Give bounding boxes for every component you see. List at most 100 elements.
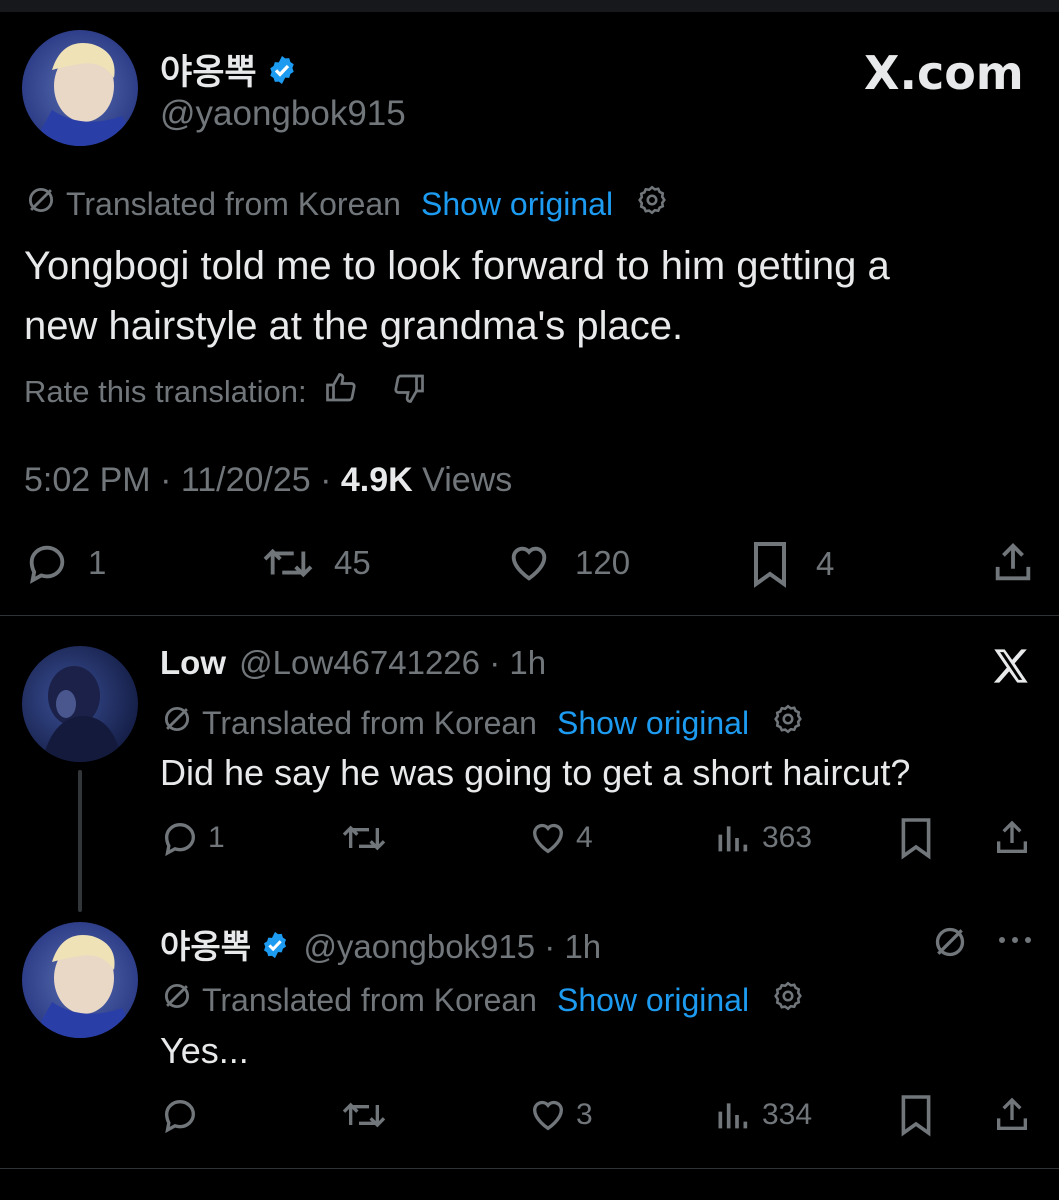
gear-icon[interactable] (635, 183, 669, 225)
reply-icon (29, 545, 65, 584)
reply-time[interactable]: 1h (509, 644, 546, 681)
reply-button[interactable] (160, 1095, 200, 1135)
avatar[interactable] (22, 30, 138, 146)
like-button[interactable]: 3 (528, 1095, 593, 1135)
retweet-button[interactable] (340, 1095, 388, 1135)
like-count: 120 (575, 544, 631, 581)
reply-header: Low @Low46741226 · 1h (160, 644, 546, 682)
views-count: 4.9K (340, 461, 413, 499)
bookmark-icon (901, 1095, 931, 1137)
like-button[interactable]: 4 (528, 818, 593, 858)
share-button[interactable] (992, 818, 1032, 858)
tweet-text: Yongbogi told me to look forward to him … (24, 236, 890, 356)
views-label: Views (422, 461, 513, 499)
bookmark-icon (754, 542, 786, 588)
top-bar (0, 0, 1059, 12)
analytics-icon (718, 826, 748, 852)
retweet-count: 45 (334, 544, 371, 581)
like-count: 4 (576, 821, 593, 854)
heart-icon (532, 1100, 564, 1131)
meta-separator: · (310, 461, 341, 499)
rate-translation-row: Rate this translation: (24, 370, 427, 414)
retweet-icon (342, 825, 386, 851)
reply-icon (164, 1099, 196, 1134)
analytics-icon (718, 1103, 748, 1129)
share-icon (997, 820, 1027, 853)
tweet-date[interactable]: 11/20/25 (181, 461, 311, 499)
meta-separator: · (480, 644, 510, 681)
divider (0, 1168, 1059, 1169)
show-original-link[interactable]: Show original (421, 186, 613, 223)
heart-icon (532, 823, 564, 854)
tweet-text-line: Yongbogi told me to look forward to him … (24, 244, 890, 288)
bookmark-button[interactable] (898, 1093, 934, 1137)
reply-button[interactable]: 1 (160, 818, 225, 858)
more-options-icon[interactable] (996, 928, 1034, 957)
share-icon (997, 1097, 1027, 1130)
reply-text: Did he say he was going to get a short h… (160, 752, 911, 793)
tweet-time[interactable]: 5:02 PM (24, 461, 151, 499)
like-count: 3 (576, 1098, 593, 1131)
retweet-button[interactable] (340, 818, 388, 858)
translation-row: Translated from Korean Show original (24, 183, 669, 225)
x-logo-icon (990, 646, 1032, 691)
bookmark-button[interactable] (898, 816, 934, 860)
gear-icon[interactable] (771, 702, 805, 744)
like-button[interactable]: 120 (505, 540, 630, 586)
translate-icon (24, 183, 58, 225)
reply-header: 야옹뽁 @yaongbok915 · 1h (160, 920, 601, 968)
reply-count: 1 (88, 544, 107, 581)
heart-icon (511, 546, 547, 581)
thumbs-up-icon[interactable] (323, 370, 359, 414)
reply-time[interactable]: 1h (564, 928, 601, 965)
display-name[interactable]: Low (160, 644, 226, 681)
views-button[interactable]: 334 (714, 1095, 812, 1135)
reply-icon (164, 822, 196, 857)
translate-icon[interactable] (930, 922, 970, 967)
views-count: 334 (762, 1098, 813, 1131)
bookmark-icon (901, 818, 931, 860)
meta-separator: · (150, 461, 181, 499)
display-name[interactable]: 야옹뽁 (160, 44, 298, 95)
verified-badge-icon (266, 54, 298, 95)
reply-count: 1 (208, 821, 225, 854)
thread-line (78, 770, 82, 912)
gear-icon[interactable] (771, 979, 805, 1021)
thumbs-down-icon[interactable] (391, 370, 427, 414)
display-name-text[interactable]: 야옹뽁 (160, 53, 257, 92)
avatar[interactable] (22, 922, 138, 1038)
retweet-button[interactable]: 45 (260, 540, 371, 586)
translation-row: Translated from Korean Show original (160, 702, 805, 744)
translation-note: Translated from Korean (202, 704, 537, 741)
translation-note: Translated from Korean (202, 981, 537, 1018)
reply-button[interactable]: 1 (24, 540, 106, 586)
reply-text: Yes... (160, 1030, 249, 1071)
share-icon (995, 543, 1031, 581)
translation-note: Translated from Korean (66, 185, 401, 222)
translation-row: Translated from Korean Show original (160, 979, 805, 1021)
views-count: 363 (762, 821, 813, 854)
divider (0, 615, 1059, 616)
x-logo: X.com (864, 46, 1024, 100)
handle[interactable]: @yaongbok915 (160, 94, 406, 134)
show-original-link[interactable]: Show original (557, 982, 749, 1019)
rate-label: Rate this translation: (24, 374, 307, 409)
share-button[interactable] (992, 1095, 1032, 1135)
retweet-icon (342, 1102, 386, 1128)
bookmark-button[interactable]: 4 (750, 540, 834, 588)
meta-separator: · (535, 928, 565, 965)
translate-icon (160, 702, 194, 744)
retweet-icon (263, 548, 313, 578)
avatar[interactable] (22, 646, 138, 762)
tweet-text-line: new hairstyle at the grandma's place. (24, 304, 684, 348)
handle[interactable]: @Low46741226 (239, 644, 480, 681)
handle[interactable]: @yaongbok915 (303, 928, 535, 965)
verified-badge-icon (260, 930, 290, 968)
bookmark-count: 4 (816, 545, 835, 582)
views-button[interactable]: 363 (714, 818, 812, 858)
tweet-meta: 5:02 PM · 11/20/25 · 4.9K Views (24, 461, 512, 500)
display-name[interactable]: 야옹뽁 (160, 928, 251, 965)
translate-icon (160, 979, 194, 1021)
share-button[interactable] (990, 540, 1036, 586)
show-original-link[interactable]: Show original (557, 705, 749, 742)
